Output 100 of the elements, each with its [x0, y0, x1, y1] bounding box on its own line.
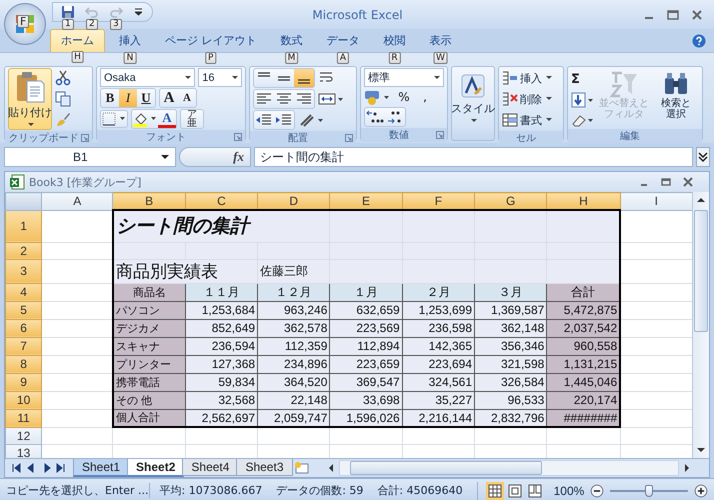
column-header[interactable]: E — [330, 192, 402, 210]
row-header[interactable]: 13 — [6, 444, 42, 458]
restore-icon[interactable] — [659, 176, 673, 188]
underline-button[interactable]: U — [137, 89, 155, 107]
slider-thumb[interactable] — [645, 484, 654, 496]
row-header[interactable]: 2 — [6, 242, 42, 259]
find-select-button[interactable]: 検索と 選択 — [653, 68, 699, 128]
name-box[interactable]: B1 — [4, 147, 176, 167]
table-cell: 2,037,542 — [546, 319, 620, 337]
formula-field[interactable]: シート間の集計 — [254, 147, 693, 167]
table-cell: 112,894 — [330, 337, 402, 355]
table-cell: 632,659 — [330, 301, 402, 319]
scissors-icon[interactable] — [55, 70, 71, 86]
cell-command-button[interactable]: 書式 — [502, 110, 560, 130]
sheet-tab[interactable]: Sheet1 — [73, 458, 130, 476]
ribbon-tab[interactable]: 数式 — [270, 30, 312, 52]
grow-font-button[interactable]: A — [160, 89, 178, 107]
row-header[interactable]: 6 — [6, 319, 42, 337]
cell-command-button[interactable]: 挿入 — [502, 68, 560, 88]
close-icon[interactable] — [681, 176, 695, 188]
table-cell: 369,547 — [330, 373, 402, 391]
comma-button[interactable]: , — [416, 88, 434, 106]
phonetic-button[interactable]: ア 亜 — [181, 110, 203, 128]
keytip: H — [71, 51, 84, 63]
sheet-tab[interactable]: Sheet2 — [127, 458, 184, 476]
ribbon-tab[interactable]: ページ レイアウト — [155, 30, 266, 52]
column-header[interactable]: F — [402, 192, 475, 210]
copy-icon[interactable] — [55, 91, 71, 107]
autosum-button[interactable]: Σ — [571, 70, 595, 88]
column-header[interactable]: A — [42, 192, 113, 210]
number-format-field[interactable]: 標準 — [364, 68, 444, 87]
row-header[interactable]: 7 — [6, 337, 42, 355]
align-icon[interactable] — [294, 69, 314, 87]
help-icon[interactable] — [692, 34, 706, 48]
sheet-tab[interactable]: Sheet4 — [182, 459, 238, 476]
row-header[interactable]: 12 — [6, 427, 42, 444]
row-header[interactable]: 10 — [6, 391, 42, 409]
shrink-font-button[interactable]: A — [178, 89, 196, 107]
row-header[interactable]: 3 — [6, 259, 42, 283]
ribbon-tab[interactable]: ホーム — [50, 29, 105, 52]
launcher-icon[interactable] — [81, 134, 89, 142]
column-header[interactable]: C — [185, 192, 258, 210]
table-cell: 963,246 — [258, 301, 330, 319]
italic-button[interactable]: I — [119, 89, 137, 107]
border-icon[interactable] — [101, 111, 127, 127]
insert-cells-icon — [502, 70, 518, 86]
table-cell: 1,369,587 — [474, 301, 547, 319]
keytip: N — [124, 52, 136, 64]
column-header[interactable]: I — [620, 192, 692, 210]
table-cell: １１月 — [185, 283, 258, 301]
row-header[interactable]: 8 — [6, 355, 42, 373]
row-header[interactable]: 5 — [6, 301, 42, 319]
view-icon[interactable] — [506, 482, 524, 500]
row-header[interactable]: 4 — [6, 283, 42, 301]
percent-button[interactable]: % — [395, 88, 413, 106]
table-cell: 362,578 — [258, 319, 330, 337]
sheet-tab[interactable]: Sheet3 — [236, 459, 292, 476]
expand-icon[interactable] — [696, 147, 710, 167]
vertical-scrollbar[interactable] — [692, 192, 709, 458]
close-icon[interactable] — [690, 8, 704, 20]
fill-color-icon[interactable] — [132, 111, 158, 127]
function-button[interactable]: fx — [179, 147, 251, 167]
paste-button[interactable]: 貼り付け — [8, 68, 52, 130]
column-header[interactable]: D — [258, 192, 330, 210]
customize-icon[interactable] — [135, 8, 142, 16]
table-cell: ２月 — [402, 283, 475, 301]
launcher-icon[interactable] — [436, 131, 444, 139]
fill-down-icon[interactable] — [571, 92, 595, 108]
ribbon-tab[interactable]: 表示 — [420, 30, 462, 52]
row-header[interactable]: 1 — [6, 210, 42, 242]
keytip: P — [205, 52, 216, 64]
row-header[interactable]: 11 — [6, 409, 42, 427]
styles-button[interactable]: スタイル — [452, 67, 494, 125]
font-size-field[interactable]: 16 — [198, 68, 242, 87]
maximize-icon[interactable] — [666, 8, 680, 20]
bold-button[interactable]: B — [101, 89, 119, 107]
keytip: R — [388, 52, 401, 64]
column-header[interactable]: B — [112, 192, 186, 210]
ribbon-tab[interactable]: 校閲 — [374, 30, 416, 52]
cell-command-button[interactable]: 削除 — [502, 89, 560, 109]
column-header[interactable]: H — [546, 192, 620, 210]
brush-icon[interactable] — [55, 112, 71, 128]
view-icon[interactable] — [526, 482, 544, 500]
quick-access-button[interactable] — [59, 5, 77, 19]
zoom-level[interactable]: 100% — [554, 484, 584, 498]
scroll-thumb[interactable] — [694, 210, 708, 332]
office-button[interactable]: F — [4, 3, 46, 45]
font-name-field[interactable]: Osaka — [100, 68, 196, 87]
scroll-thumb[interactable] — [350, 460, 542, 474]
launcher-icon[interactable] — [345, 134, 353, 142]
table-cell: 1,131,215 — [546, 355, 620, 373]
ribbon-tab[interactable]: データ — [316, 30, 370, 52]
ribbon-tab[interactable]: 挿入 — [109, 30, 151, 52]
column-header[interactable]: G — [474, 192, 547, 210]
launcher-icon[interactable] — [234, 133, 242, 141]
view-icon[interactable] — [486, 482, 504, 500]
caret-icon — [28, 123, 34, 127]
table-cell: 223,659 — [330, 355, 402, 373]
row-header[interactable]: 9 — [6, 373, 42, 391]
table-cell: 1,253,699 — [402, 301, 475, 319]
